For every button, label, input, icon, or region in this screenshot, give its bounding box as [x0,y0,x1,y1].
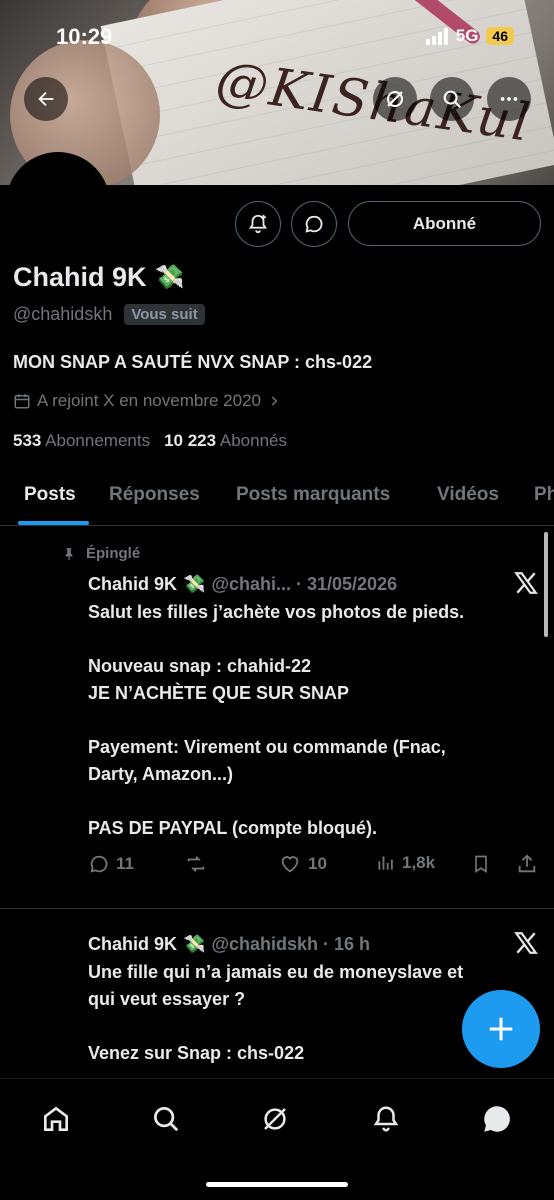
profile-name: Chahid 9K 💸 [13,262,184,293]
views-count: 1,8k [402,853,436,872]
avatar[interactable] [6,152,110,256]
post-line: PAS DE PAYPAL (compte bloqué). [88,818,378,838]
bookmark-button[interactable] [471,853,491,875]
post-line: qui veut essayer ? [88,989,246,1009]
followers-count-link[interactable]: 10 223 Abonnés [164,431,287,451]
pinned-label: Épinglé [86,545,141,562]
tab-posts[interactable]: Posts [24,484,76,506]
x-logo-icon [513,570,539,601]
search-button[interactable] [430,77,474,121]
compose-post-button[interactable] [462,990,540,1068]
post-line: Venez sur Snap : chs-022 [88,1043,305,1063]
views-button[interactable]: 1,8k [376,853,435,873]
reply-button[interactable]: 11 [88,853,134,875]
nav-home[interactable] [36,1099,76,1139]
post-divider [0,908,554,909]
tab-highlights[interactable]: Posts marquants [236,484,390,506]
share-button[interactable] [516,853,538,875]
grok-icon [264,1108,286,1130]
profile-tabs: Posts Réponses Posts marquants Vidéos Ph [0,470,554,526]
battery-indicator: 46 [486,27,514,45]
post-handle-date[interactable]: @chahi... · 31/05/2026 [211,574,397,595]
views-icon [378,856,393,870]
post-line: Nouveau snap : chahid-22 [88,656,312,676]
notifications-icon [373,1106,399,1132]
following-button[interactable]: Abonné [348,201,541,246]
reply-icon [90,855,108,873]
post-handle-date[interactable]: @chahidskh · 16 h [211,934,370,955]
back-button[interactable] [24,77,68,121]
tab-replies[interactable]: Réponses [109,484,200,506]
heart-icon [281,856,299,873]
message-button[interactable] [291,201,337,247]
profile-bio: MON SNAP A SAUTÉ NVX SNAP : chs-022 [13,352,373,372]
post-line [88,626,464,653]
search-icon [154,1107,179,1132]
post-line: Payement: Virement ou commande (Fnac, [88,737,446,757]
post-line [88,1013,463,1040]
home-indicator [206,1182,348,1187]
status-time: 10:29 [56,24,113,49]
following-count-link[interactable]: 533 Abonnements [13,431,150,451]
post-line: Une fille qui n’a jamais eu de moneyslav… [88,962,464,982]
profile-name-text: Chahid 9K [13,262,147,292]
post-line [88,707,464,734]
repost-button[interactable] [184,853,208,875]
followers-label: Abonnés [219,431,287,450]
messages-icon [484,1106,510,1132]
follows-you-badge: Vous suit [124,304,205,325]
share-icon [518,854,536,873]
nav-messages[interactable] [477,1099,517,1139]
post-actions: 11 10 1,8k [88,853,538,883]
post-line: Salut les filles j’achète vos photos de … [88,602,465,622]
post-line: Darty, Amazon...) [88,764,234,784]
active-tab-indicator [18,521,89,525]
signal-icon [425,27,448,45]
plus-icon [489,1017,513,1041]
home-icon [44,1106,68,1131]
bell-plus-icon [248,214,268,234]
status-bar: 10:29 5G 46 [0,0,554,72]
search-icon [443,90,461,108]
message-bubble-icon [305,215,323,233]
tab-videos[interactable]: Vidéos [437,484,499,506]
following-label: Abonnements [45,431,151,450]
joined-text: A rejoint X en novembre 2020 [37,391,261,410]
grok-icon [387,91,403,107]
money-emoji: 💸 [183,934,206,954]
grok-button[interactable] [373,77,417,121]
like-count: 10 [308,854,327,873]
post-line: JE N’ACHÈTE QUE SUR SNAP [88,683,350,703]
network-type: 5G [455,26,479,45]
arrow-left-icon [38,91,54,107]
followers-count: 10 223 [164,431,217,450]
profile-handle: @chahidskh [13,304,113,324]
post-author-name[interactable]: Chahid 9K [88,931,177,958]
more-horizontal-icon [500,97,518,101]
calendar-icon [14,394,30,409]
like-button[interactable]: 10 [278,853,327,875]
notify-button[interactable] [235,201,281,247]
money-emoji: 💸 [154,264,185,291]
more-button[interactable] [487,77,531,121]
following-count: 533 [13,431,42,450]
joined-date[interactable]: A rejoint X en novembre 2020 [13,391,281,411]
chevron-right-icon [271,396,278,406]
post-author-name[interactable]: Chahid 9K [88,571,177,598]
nav-search[interactable] [146,1099,186,1139]
tab-photos[interactable]: Ph [534,484,554,506]
nav-notifications[interactable] [366,1099,406,1139]
x-logo-icon [513,930,539,961]
reply-count: 11 [116,854,134,873]
scrollbar[interactable] [544,532,548,637]
money-emoji: 💸 [183,574,206,594]
nav-grok[interactable] [255,1099,295,1139]
post-line [88,788,464,815]
repost-icon [187,856,205,872]
pin-icon [65,547,73,560]
bookmark-icon [475,855,487,874]
